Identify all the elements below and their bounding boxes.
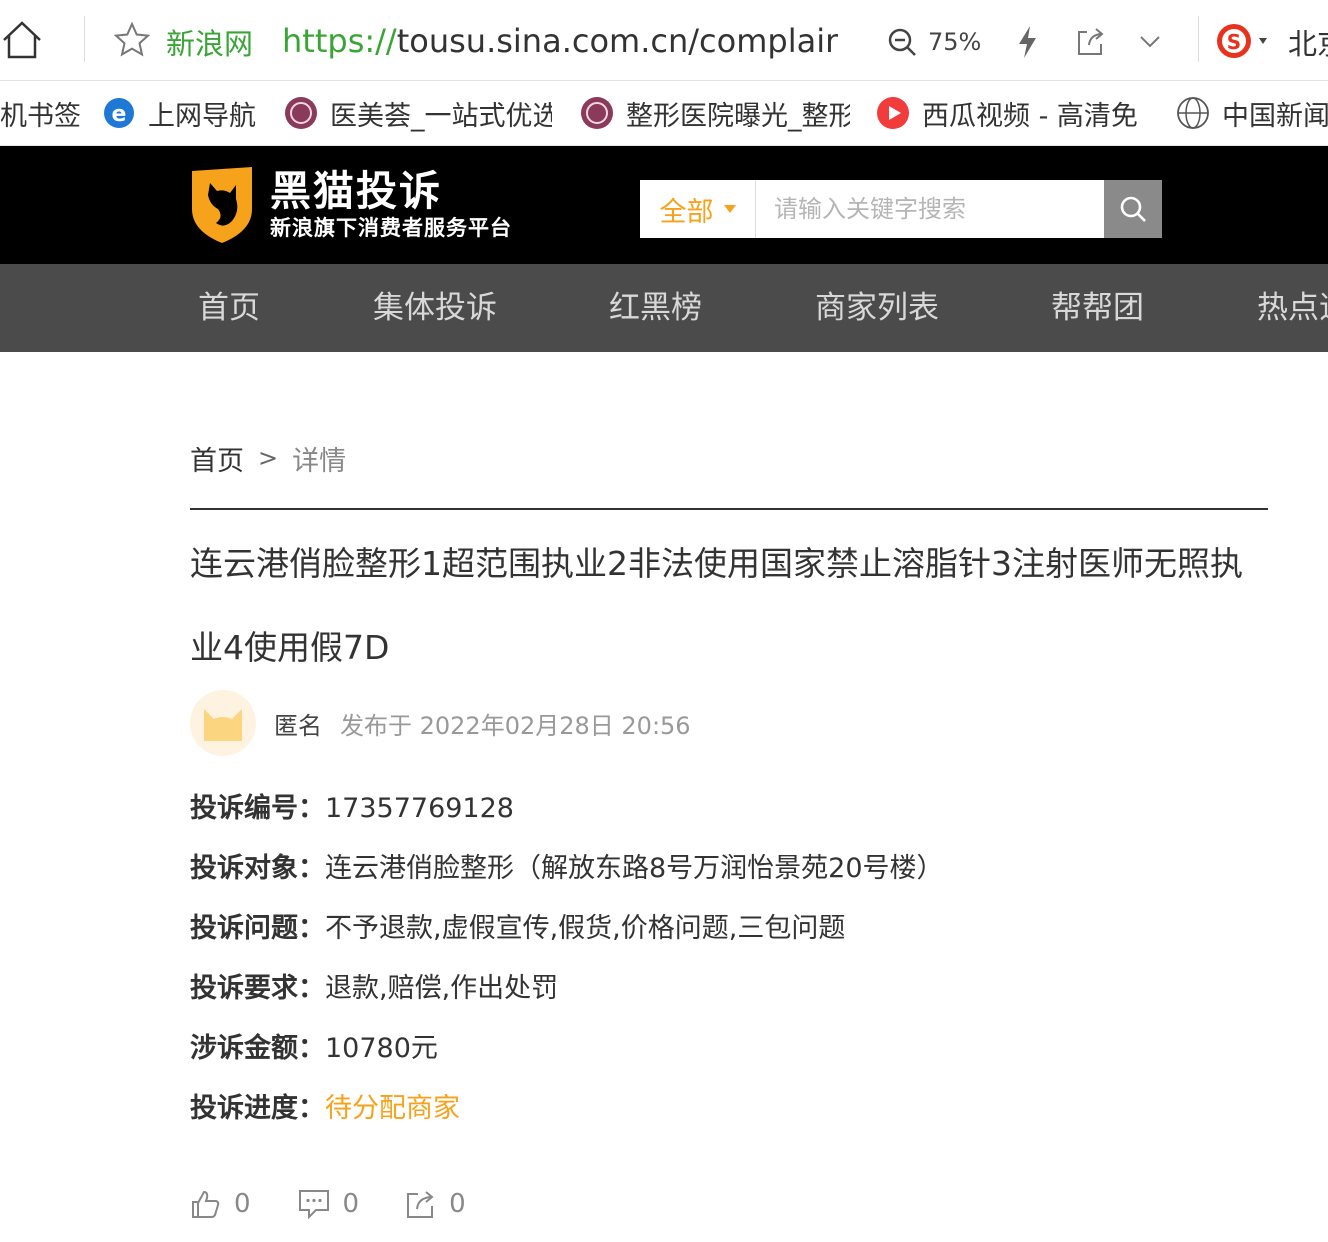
field-complaint-demand: 投诉要求：退款,赔偿,作出处罚 bbox=[190, 960, 1270, 1020]
nav-item-home[interactable]: 首页 bbox=[198, 264, 260, 352]
share-icon[interactable] bbox=[1072, 24, 1108, 60]
lightning-icon[interactable] bbox=[1012, 22, 1042, 62]
complaint-details: 投诉编号：17357769128 投诉对象：连云港俏脸整形（解放东路8号万润怡景… bbox=[190, 780, 1270, 1140]
browser-address-bar: 新浪网 https://tousu.sina.com.cn/complaint/… bbox=[0, 0, 1328, 81]
bookmark-item-yimeihui[interactable]: 医美荟_一站式优选 bbox=[284, 81, 552, 145]
field-complaint-target: 投诉对象：连云港俏脸整形（解放东路8号万润怡景苑20号楼） bbox=[190, 840, 1270, 900]
search-bar: 全部 bbox=[640, 180, 1162, 238]
bookmark-item-chinanews[interactable]: 中国新闻 bbox=[1176, 81, 1328, 145]
bookmark-item-xigua[interactable]: 西瓜视频 - 高清免 bbox=[876, 81, 1146, 145]
toolbar-divider bbox=[1198, 16, 1199, 62]
logo-title: 黑猫投诉 bbox=[270, 167, 442, 215]
zoom-control[interactable]: 75% bbox=[886, 22, 981, 62]
svg-text:S: S bbox=[1227, 30, 1241, 54]
author-info: 匿名 发布于 2022年02月28日 20:56 bbox=[190, 690, 691, 756]
complaint-title: 连云港俏脸整形1超范围执业2非法使用国家禁止溶脂针3注射医师无照执业4使用假7D bbox=[190, 544, 1243, 667]
field-value: 10780元 bbox=[325, 1033, 438, 1064]
address-url[interactable]: https://tousu.sina.com.cn/complaint/ bbox=[282, 18, 838, 64]
caret-down-icon bbox=[723, 205, 736, 213]
nav-item-help-group[interactable]: 帮帮团 bbox=[1051, 264, 1144, 352]
search-icon bbox=[1120, 196, 1146, 222]
field-label: 投诉编号： bbox=[190, 793, 325, 824]
author-name: 匿名 bbox=[274, 711, 322, 740]
search-category-dropdown[interactable]: 全部 bbox=[640, 180, 756, 238]
chevron-down-icon[interactable] bbox=[1136, 26, 1164, 56]
cat-avatar-icon bbox=[204, 709, 242, 741]
comment-count: 0 bbox=[342, 1189, 360, 1219]
field-complaint-amount: 涉诉金额：10780元 bbox=[190, 1020, 1270, 1080]
site-logo[interactable]: 黑猫投诉 新浪旗下消费者服务平台 bbox=[188, 164, 568, 246]
field-complaint-progress: 投诉进度：待分配商家 bbox=[190, 1080, 1270, 1140]
publish-date: 发布于 2022年02月28日 20:56 bbox=[340, 711, 691, 740]
logo-subtitle: 新浪旗下消费者服务平台 bbox=[270, 216, 512, 240]
site-header: 黑猫投诉 新浪旗下消费者服务平台 全部 bbox=[0, 146, 1328, 264]
nav-item-merchant-list[interactable]: 商家列表 bbox=[815, 264, 939, 352]
like-button[interactable]: 0 bbox=[190, 1188, 251, 1220]
yimeihui-icon bbox=[284, 96, 318, 130]
breadcrumb-separator: > bbox=[258, 444, 279, 472]
black-cat-shield-icon bbox=[192, 167, 252, 243]
weather-city[interactable]: 北京 bbox=[1288, 20, 1328, 64]
zoom-level: 75% bbox=[928, 28, 982, 56]
field-label: 涉诉金额： bbox=[190, 1033, 325, 1064]
nav-item-hot-topics[interactable]: 热点追踪 bbox=[1257, 264, 1328, 352]
title-divider bbox=[190, 508, 1268, 510]
zoom-out-icon bbox=[888, 28, 916, 56]
search-button[interactable] bbox=[1104, 180, 1162, 238]
comment-button[interactable]: 0 bbox=[297, 1188, 360, 1220]
search-category-label: 全部 bbox=[659, 196, 714, 228]
thumbs-up-icon bbox=[192, 1190, 220, 1218]
status-badge: 待分配商家 bbox=[325, 1093, 460, 1124]
bookmark-label: 中国新闻 bbox=[1222, 100, 1328, 132]
url-path: tousu.sina.com.cn/complaint/ bbox=[396, 22, 838, 60]
field-label: 投诉问题： bbox=[190, 913, 325, 944]
nav-item-group-complaints[interactable]: 集体投诉 bbox=[373, 264, 497, 352]
share-icon bbox=[407, 1191, 434, 1218]
field-label: 投诉对象： bbox=[190, 853, 325, 884]
bookmark-item-nav[interactable]: e 上网导航 bbox=[102, 81, 262, 145]
field-label: 投诉进度： bbox=[190, 1093, 325, 1124]
field-value: 17357769128 bbox=[325, 793, 514, 824]
field-value: 连云港俏脸整形（解放东路8号万润怡景苑20号楼） bbox=[325, 853, 944, 884]
breadcrumb-home[interactable]: 首页 bbox=[190, 439, 244, 478]
field-value: 不予退款,虚假宣传,假货,价格问题,三包问题 bbox=[325, 913, 846, 944]
like-count: 0 bbox=[234, 1189, 251, 1219]
url-protocol: https:// bbox=[282, 22, 397, 60]
bookmark-label: 西瓜视频 - 高清免 bbox=[922, 100, 1138, 132]
field-label: 投诉要求： bbox=[190, 973, 325, 1004]
action-bar: 0 0 0 bbox=[190, 1180, 512, 1228]
home-icon[interactable] bbox=[0, 18, 44, 62]
bookmark-item-folder[interactable]: 机书签 bbox=[0, 81, 80, 145]
share-button[interactable]: 0 bbox=[405, 1188, 466, 1220]
site-name: 新浪网 bbox=[166, 27, 254, 61]
ie-icon: e bbox=[102, 96, 136, 130]
search-input[interactable] bbox=[756, 180, 1104, 238]
field-value: 退款,赔偿,作出处罚 bbox=[325, 973, 559, 1004]
toolbar-divider bbox=[84, 16, 85, 62]
bookmarks-bar: 机书签 e 上网导航 医美荟_一站式优选 整形医院曝光_整形 西瓜视频 - 高清… bbox=[0, 81, 1328, 146]
sogou-search-icon[interactable]: S bbox=[1214, 20, 1270, 62]
breadcrumb: 首页 > 详情 bbox=[190, 438, 346, 478]
bookmark-item-zhengxing[interactable]: 整形医院曝光_整形 bbox=[580, 81, 850, 145]
comment-icon bbox=[298, 1190, 329, 1220]
bookmark-label: 整形医院曝光_整形 bbox=[626, 100, 850, 132]
yimeihui-icon bbox=[580, 96, 614, 130]
main-nav: 首页 集体投诉 红黑榜 商家列表 帮帮团 热点追踪 bbox=[0, 264, 1328, 352]
bookmark-label: 上网导航 bbox=[148, 100, 256, 132]
nav-item-red-black-list[interactable]: 红黑榜 bbox=[609, 264, 702, 352]
field-complaint-issue: 投诉问题：不予退款,虚假宣传,假货,价格问题,三包问题 bbox=[190, 900, 1270, 960]
breadcrumb-current: 详情 bbox=[292, 445, 347, 477]
bookmark-label: 机书签 bbox=[0, 100, 80, 132]
share-count: 0 bbox=[449, 1189, 466, 1219]
xigua-icon bbox=[876, 96, 910, 130]
globe-icon bbox=[1176, 96, 1210, 130]
bookmark-label: 医美荟_一站式优选 bbox=[330, 100, 552, 132]
avatar bbox=[190, 690, 256, 756]
field-complaint-id: 投诉编号：17357769128 bbox=[190, 780, 1270, 840]
favorite-star-icon[interactable] bbox=[112, 20, 152, 60]
svg-text:e: e bbox=[112, 102, 127, 127]
